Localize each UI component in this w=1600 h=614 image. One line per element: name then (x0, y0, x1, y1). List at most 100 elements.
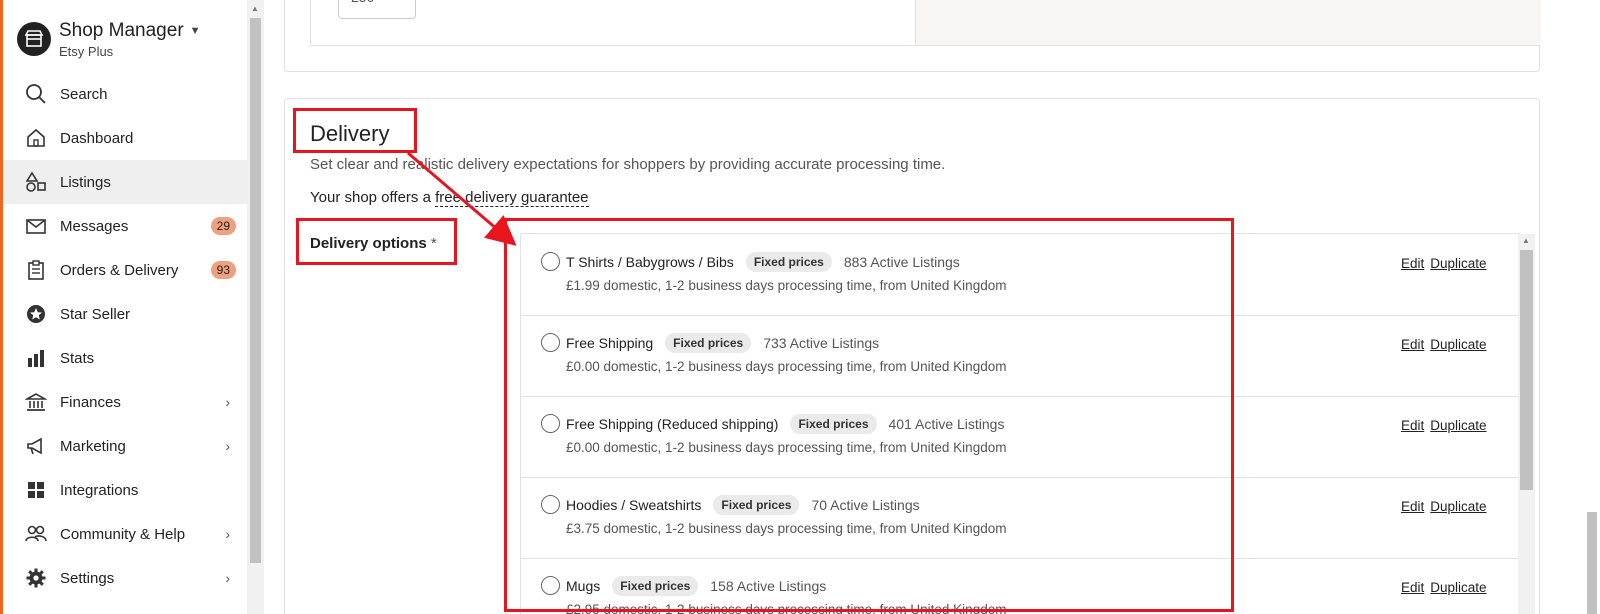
delivery-option-actions: Edit Duplicate (1401, 256, 1487, 271)
options-list-scrollbar[interactable]: ▲ (1518, 234, 1535, 614)
delivery-option-radio[interactable] (541, 252, 560, 271)
delivery-options-list: T Shirts / Babygrows / Bibs Fixed prices 8… (520, 233, 1520, 614)
sidebar-item-star-seller[interactable]: Star Seller (3, 292, 250, 336)
delivery-guarantee: Your shop offers a free delivery guarant… (310, 189, 589, 207)
required-mark: * (430, 235, 437, 252)
delivery-options-label-text: Delivery options (310, 235, 427, 252)
previous-section-card: 250 (284, 0, 1541, 72)
scroll-up-arrow-icon[interactable]: ▲ (251, 4, 259, 13)
sidebar-item-marketing[interactable]: Marketing › (3, 424, 250, 468)
sidebar-item-label: Listings (60, 173, 111, 191)
delivery-option-detail: £0.00 domestic, 1-2 business days proces… (566, 440, 1007, 455)
sidebar-item-search[interactable]: Search (3, 72, 250, 116)
sidebar-item-label: Stats (60, 349, 95, 367)
duplicate-link[interactable]: Duplicate (1430, 337, 1486, 352)
delivery-option-row[interactable]: Mugs Fixed prices 158 Active Listings £2.95… (521, 558, 1520, 614)
delivery-option-actions: Edit Duplicate (1401, 337, 1487, 352)
delivery-option-row[interactable]: Free Shipping Fixed prices 733 Active List… (521, 315, 1520, 397)
active-listings-count: 70 Active Listings (811, 497, 920, 513)
pricing-type-pill: Fixed prices (665, 333, 752, 353)
notification-badge: 93 (210, 261, 236, 279)
envelope-icon (23, 213, 49, 239)
previous-section-input[interactable]: 250 (338, 0, 416, 19)
edit-link[interactable]: Edit (1401, 580, 1424, 595)
edit-link[interactable]: Edit (1401, 256, 1424, 271)
delivery-option-detail: £1.99 domestic, 1-2 business days proces… (566, 278, 1007, 293)
delivery-option-name: Hoodies / Sweatshirts (566, 497, 702, 513)
delivery-option-actions: Edit Duplicate (1401, 418, 1487, 433)
delivery-options-label: Delivery options * (310, 235, 437, 252)
delivery-option-radio[interactable] (541, 576, 560, 595)
active-listings-count: 733 Active Listings (763, 335, 880, 351)
delivery-option-detail: £0.00 domestic, 1-2 business days proces… (566, 359, 1007, 374)
delivery-description: Set clear and realistic delivery expecta… (310, 156, 946, 173)
bar-chart-icon (23, 345, 49, 371)
sidebar-item-label: Settings (60, 569, 115, 587)
scroll-up-arrow-icon[interactable]: ▲ (1522, 236, 1530, 245)
previous-section-preview (915, 0, 1541, 45)
notification-badge: 29 (210, 217, 236, 235)
delivery-option-header: Free Shipping Fixed prices 733 Active List… (566, 333, 879, 353)
sidebar-item-integrations[interactable]: Integrations (3, 468, 250, 512)
previous-section-inner: 250 (310, 0, 1541, 46)
duplicate-link[interactable]: Duplicate (1430, 418, 1486, 433)
sidebar-item-label: Integrations (60, 481, 139, 499)
sidebar-item-label: Community & Help (60, 525, 186, 543)
pricing-type-pill: Fixed prices (745, 252, 832, 272)
sidebar-item-label: Dashboard (60, 129, 134, 147)
sidebar-item-listings[interactable]: Listings (3, 160, 250, 204)
sidebar-nav: Search Dashboard Listings Messages 29 Orders … (3, 72, 250, 600)
delivery-option-row[interactable]: T Shirts / Babygrows / Bibs Fixed prices 8… (521, 234, 1520, 316)
sidebar-item-messages[interactable]: Messages 29 (3, 204, 250, 248)
sidebar-item-label: Search (60, 85, 108, 103)
sidebar-item-label: Star Seller (60, 305, 131, 323)
free-delivery-guarantee-link[interactable]: free delivery guarantee (435, 189, 589, 207)
delivery-option-name: T Shirts / Babygrows / Bibs (566, 254, 734, 270)
page-scroll-thumb[interactable] (1587, 512, 1597, 614)
delivery-option-header: Free Shipping (Reduced shipping) Fixed pr… (566, 414, 1004, 434)
sidebar-item-community-help[interactable]: Community & Help › (3, 512, 250, 556)
edit-link[interactable]: Edit (1401, 337, 1424, 352)
bank-icon (23, 389, 49, 415)
chevron-right-icon: › (225, 394, 230, 410)
delivery-option-actions: Edit Duplicate (1401, 499, 1487, 514)
delivery-option-row[interactable]: Hoodies / Sweatshirts Fixed prices 70 Acti… (521, 477, 1520, 559)
delivery-option-row[interactable]: Free Shipping (Reduced shipping) Fixed pr… (521, 396, 1520, 478)
sidebar-scrollbar[interactable]: ▲ (247, 0, 264, 614)
chevron-right-icon: › (225, 526, 230, 542)
delivery-option-radio[interactable] (541, 333, 560, 352)
delivery-option-radio[interactable] (541, 414, 560, 433)
shop-manager-brand[interactable]: Shop Manager ▼ Etsy Plus (17, 20, 201, 59)
edit-link[interactable]: Edit (1401, 499, 1424, 514)
delivery-option-name: Free Shipping (Reduced shipping) (566, 416, 779, 432)
delivery-option-header: Hoodies / Sweatshirts Fixed prices 70 Acti… (566, 495, 920, 515)
sidebar-item-orders-delivery[interactable]: Orders & Delivery 93 (3, 248, 250, 292)
sidebar-item-finances[interactable]: Finances › (3, 380, 250, 424)
sidebar-scroll-thumb[interactable] (250, 18, 261, 563)
delivery-option-header: T Shirts / Babygrows / Bibs Fixed prices 8… (566, 252, 960, 272)
delivery-option-name: Free Shipping (566, 335, 654, 351)
duplicate-link[interactable]: Duplicate (1430, 256, 1486, 271)
caret-down-icon[interactable]: ▼ (190, 25, 201, 37)
sidebar-item-settings[interactable]: Settings › (3, 556, 250, 600)
pricing-type-pill: Fixed prices (790, 414, 877, 434)
duplicate-link[interactable]: Duplicate (1430, 499, 1486, 514)
sidebar-item-stats[interactable]: Stats (3, 336, 250, 380)
shapes-icon (23, 169, 49, 195)
duplicate-link[interactable]: Duplicate (1430, 580, 1486, 595)
megaphone-icon (23, 433, 49, 459)
grid-icon (23, 477, 49, 503)
delivery-option-name: Mugs (566, 578, 601, 594)
home-icon (23, 125, 49, 151)
chevron-right-icon: › (225, 570, 230, 586)
page-scrollbar[interactable] (1583, 0, 1600, 614)
chevron-right-icon: › (225, 438, 230, 454)
guarantee-prefix: Your shop offers a (310, 189, 436, 206)
delivery-option-radio[interactable] (541, 495, 560, 514)
edit-link[interactable]: Edit (1401, 418, 1424, 433)
gear-icon (23, 565, 49, 591)
sidebar-item-dashboard[interactable]: Dashboard (3, 116, 250, 160)
clipboard-icon (23, 257, 49, 283)
options-list-scroll-thumb[interactable] (1520, 250, 1533, 490)
pricing-type-pill: Fixed prices (713, 495, 800, 515)
